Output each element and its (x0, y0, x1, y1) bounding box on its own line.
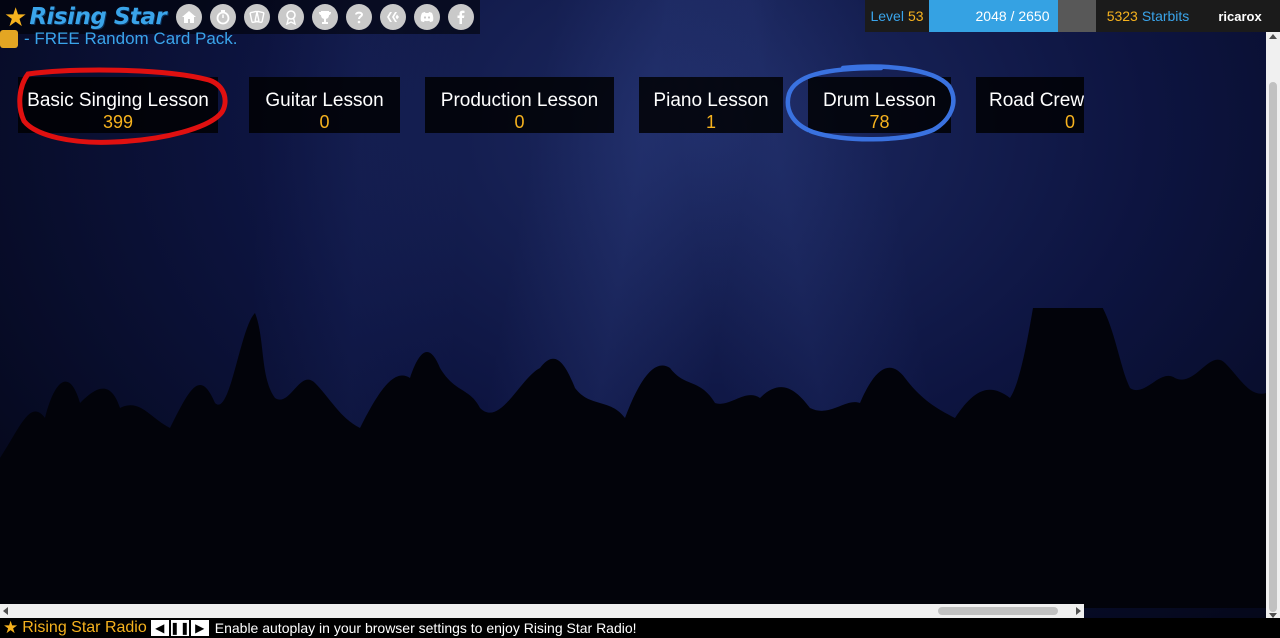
promo-text: - FREE Random Card Pack. (24, 29, 238, 48)
level-number: 53 (907, 8, 924, 24)
home-icon[interactable] (176, 4, 203, 30)
scroll-right-arrow-icon[interactable] (1076, 607, 1081, 615)
trophy-icon[interactable] (312, 4, 339, 30)
lesson-name: Basic Singing Lesson (27, 90, 209, 111)
lesson-card-guitar[interactable]: Guitar Lesson 0 (249, 77, 400, 133)
award-icon[interactable] (278, 4, 305, 30)
cards-icon[interactable] (244, 4, 271, 30)
radio-title: Rising Star Radio (22, 619, 147, 636)
lessons-row: Basic Singing Lesson 399 Guitar Lesson 0… (0, 77, 1084, 133)
lesson-card-road-crew[interactable]: Road Crew 0 (976, 77, 1084, 133)
free-card-pack-promo[interactable]: - FREE Random Card Pack. (0, 28, 238, 50)
help-icon[interactable] (346, 4, 373, 30)
lesson-name: Road Crew (989, 90, 1084, 111)
vertical-scrollbar[interactable] (1266, 32, 1280, 620)
lesson-name: Piano Lesson (653, 90, 769, 111)
level-badge: Level 53 (865, 0, 929, 32)
card-pack-icon (0, 30, 18, 48)
starbits-amount: 5323 (1106, 8, 1138, 24)
lesson-name: Production Lesson (440, 90, 599, 111)
horizontal-scrollbar[interactable] (0, 604, 1084, 618)
lesson-card-basic-singing[interactable]: Basic Singing Lesson 399 (18, 77, 218, 133)
nav-icons (172, 4, 478, 30)
xp-progress-bar: 2048 / 2650 (929, 0, 1096, 32)
logo-text: Rising Star (29, 4, 167, 30)
lesson-count: 399 (102, 112, 134, 132)
facebook-icon[interactable] (448, 4, 475, 30)
lesson-count: 0 (319, 112, 330, 132)
play-icon[interactable]: ▶ (190, 620, 209, 636)
radio-message: Enable autoplay in your browser settings… (214, 620, 637, 636)
starbits-label: Starbits (1141, 8, 1190, 24)
level-label: Level (870, 8, 904, 24)
pause-icon[interactable]: ❚❚ (170, 620, 190, 636)
xp-progress-text: 2048 / 2650 (975, 8, 1050, 24)
lesson-name: Guitar Lesson (265, 90, 384, 111)
mute-icon[interactable]: ◀ (150, 620, 169, 636)
starbits-balance[interactable]: 5323 Starbits (1096, 0, 1200, 32)
player-status-bar: Level 53 2048 / 2650 5323 Starbits ricar… (865, 0, 1280, 32)
radio-star-icon: ★ (3, 618, 19, 637)
vertical-scroll-thumb[interactable] (1269, 82, 1277, 612)
star-logo-icon: ★ (4, 2, 28, 32)
lesson-count: 0 (1065, 112, 1076, 132)
crowd-silhouette (0, 308, 1266, 608)
hive-icon[interactable] (380, 4, 407, 30)
lesson-card-drum[interactable]: Drum Lesson 78 (808, 77, 951, 133)
lesson-count: 1 (705, 112, 716, 132)
scroll-up-arrow-icon[interactable] (1269, 34, 1277, 39)
horizontal-scroll-thumb[interactable] (938, 607, 1058, 615)
lesson-count: 78 (869, 112, 890, 132)
lesson-name: Drum Lesson (823, 90, 936, 111)
scroll-left-arrow-icon[interactable] (3, 607, 8, 615)
gig-icon[interactable] (210, 4, 237, 30)
lesson-card-piano[interactable]: Piano Lesson 1 (639, 77, 783, 133)
discord-icon[interactable] (414, 4, 441, 30)
radio-controls: ◀ ❚❚ ▶ (150, 620, 211, 636)
username[interactable]: ricarox (1200, 0, 1280, 32)
lesson-card-production[interactable]: Production Lesson 0 (425, 77, 614, 133)
radio-bar: ★ Rising Star Radio ◀ ❚❚ ▶ Enable autopl… (0, 618, 1280, 638)
lesson-count: 0 (514, 112, 525, 132)
